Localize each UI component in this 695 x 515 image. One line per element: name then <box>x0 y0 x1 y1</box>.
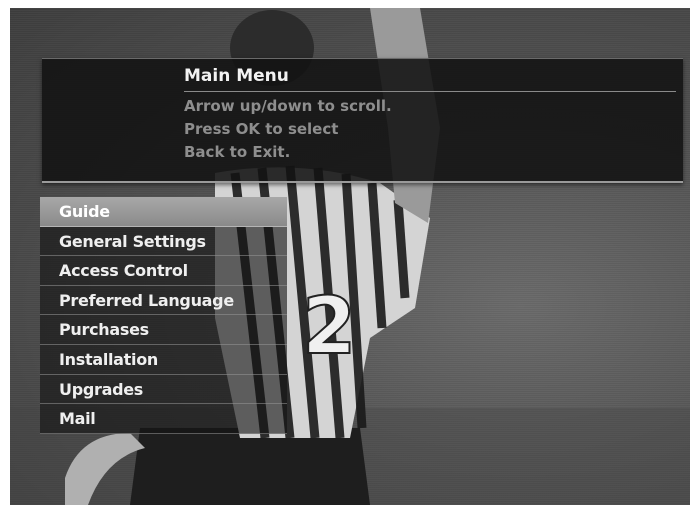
menu-item-guide[interactable]: Guide <box>40 197 287 227</box>
menu-item-upgrades[interactable]: Upgrades <box>40 374 287 405</box>
banner-instructions: Arrow up/down to scroll. Press OK to sel… <box>184 95 392 164</box>
menu-item-label: Preferred Language <box>59 290 234 310</box>
menu-item-purchases[interactable]: Purchases <box>40 315 287 345</box>
menu-item-access-control[interactable]: Access Control <box>40 256 287 286</box>
menu-item-label: Mail <box>59 409 96 429</box>
instruction-select: Press OK to select <box>184 120 339 138</box>
menu-item-installation[interactable]: Installation <box>40 344 287 375</box>
banner-title: Main Menu <box>184 66 289 86</box>
menu-item-label: Guide <box>59 202 110 221</box>
tv-screen: 2 Main Menu Arrow up/down to scroll. Pre… <box>10 8 690 505</box>
menu-info-banner: Main Menu Arrow up/down to scroll. Press… <box>42 58 683 183</box>
menu-item-label: Access Control <box>59 261 188 281</box>
menu-item-general-settings[interactable]: General Settings <box>40 226 287 257</box>
menu-item-mail[interactable]: Mail <box>40 404 287 434</box>
main-menu-list: Guide General Settings Access Control Pr… <box>40 197 287 434</box>
instruction-scroll: Arrow up/down to scroll. <box>184 97 392 115</box>
menu-item-label: General Settings <box>59 231 206 251</box>
svg-text:2: 2 <box>302 282 356 372</box>
menu-item-label: Upgrades <box>59 379 144 399</box>
menu-item-preferred-language[interactable]: Preferred Language <box>40 285 287 316</box>
menu-item-label: Purchases <box>59 320 149 340</box>
menu-item-label: Installation <box>59 349 158 369</box>
banner-divider <box>184 91 676 92</box>
instruction-exit: Back to Exit. <box>184 143 291 161</box>
